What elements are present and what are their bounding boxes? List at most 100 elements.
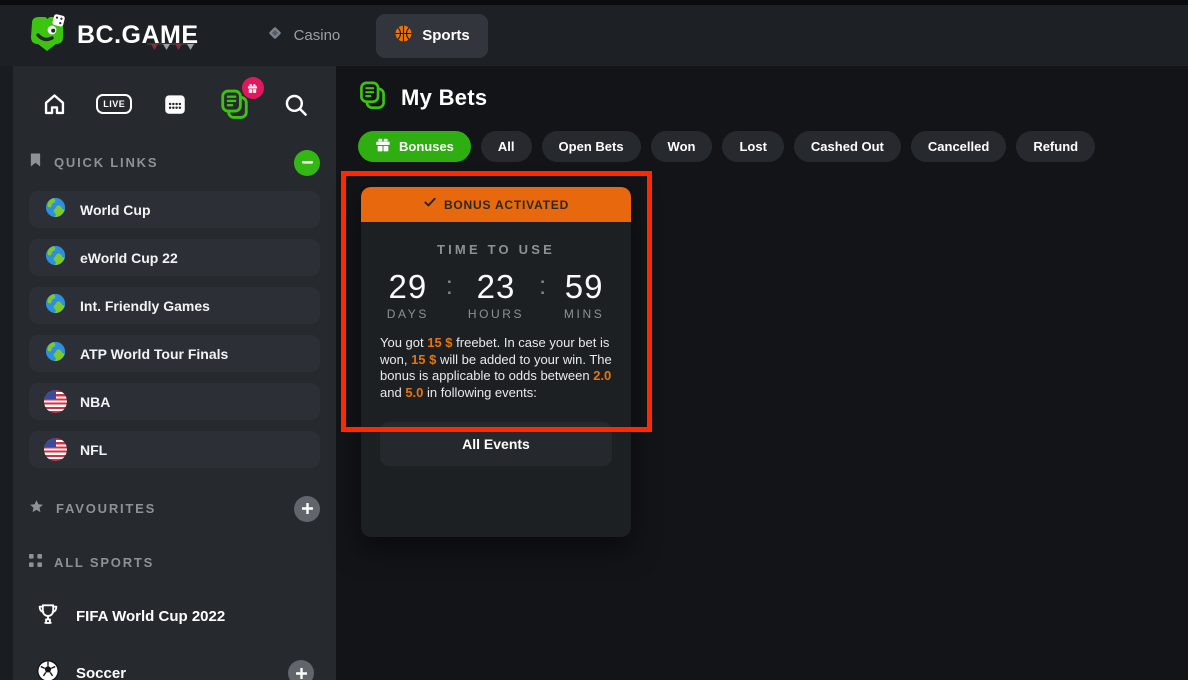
my-bets-title-icon: [358, 80, 387, 116]
sidebar-item-fifa-world-cup-2022[interactable]: FIFA World Cup 2022: [29, 599, 320, 633]
quick-links-header: QUICK LINKS: [29, 149, 320, 176]
quick-link-nba[interactable]: NBA: [29, 383, 320, 420]
desc-highlight-odds-min: 2.0: [593, 368, 611, 383]
filter-label: Open Bets: [559, 139, 624, 154]
countdown-mins: 59 MINS: [561, 268, 607, 321]
collapse-quick-links-button[interactable]: [294, 150, 320, 176]
quick-link-label: Int. Friendly Games: [80, 298, 210, 314]
gift-icon: [375, 137, 391, 156]
filter-cashed-out[interactable]: Cashed Out: [794, 131, 901, 162]
search-icon[interactable]: [277, 86, 313, 122]
brand-logo[interactable]: BC.GAME: [26, 13, 199, 58]
sport-item-label: Soccer: [76, 665, 126, 680]
countdown-days-label: DAYS: [385, 307, 431, 321]
quick-link-int-friendly-games[interactable]: Int. Friendly Games: [29, 287, 320, 324]
basketball-icon: [394, 24, 413, 48]
filter-label: Won: [668, 139, 696, 154]
filter-won[interactable]: Won: [651, 131, 713, 162]
filter-label: Lost: [739, 139, 766, 154]
page-title: My Bets: [401, 85, 487, 111]
quick-link-world-cup[interactable]: World Cup: [29, 191, 320, 228]
left-edge-strip: [0, 66, 13, 680]
desc-text: and: [380, 385, 405, 400]
globe-icon: [44, 340, 67, 368]
tab-casino[interactable]: Casino: [247, 14, 359, 58]
checkmark-icon: [423, 195, 437, 214]
bc-game-sports-page: BC.GAME Casino: [0, 0, 1188, 680]
sidebar-icon-row: LIVE: [29, 86, 320, 122]
quick-link-label: World Cup: [80, 202, 151, 218]
topbar: BC.GAME Casino: [0, 5, 1188, 66]
expand-soccer-button[interactable]: [288, 660, 314, 680]
bc-game-mascot-icon: [26, 13, 68, 58]
filter-label: Bonuses: [399, 139, 454, 154]
countdown-mins-value: 59: [561, 268, 607, 306]
quick-links-label: QUICK LINKS: [54, 155, 158, 170]
bonus-countdown: 29 DAYS : 23 HOURS : 59 MINS: [361, 268, 631, 321]
quick-link-nfl[interactable]: NFL: [29, 431, 320, 468]
casino-cards-icon: [265, 23, 285, 48]
sport-item-label: FIFA World Cup 2022: [76, 608, 225, 625]
globe-icon: [44, 244, 67, 272]
bonus-description: You got 15 $ freebet. In case your bet i…: [380, 335, 612, 401]
us-flag-icon: [44, 438, 67, 461]
filter-all[interactable]: All: [481, 131, 532, 162]
filter-refund[interactable]: Refund: [1016, 131, 1095, 162]
all-events-button-label: All Events: [462, 436, 530, 452]
quick-link-label: NBA: [80, 394, 110, 410]
filter-label: All: [498, 139, 515, 154]
tab-sports[interactable]: Sports: [376, 14, 488, 58]
globe-icon: [44, 196, 67, 224]
sports-tab-label: Sports: [422, 27, 470, 44]
add-favourite-button[interactable]: [294, 496, 320, 522]
desc-text: You got: [380, 335, 427, 350]
bonus-gift-badge-icon: [242, 77, 264, 99]
time-to-use-label: TIME TO USE: [361, 242, 631, 257]
filter-bonuses[interactable]: Bonuses: [358, 131, 471, 162]
live-icon[interactable]: LIVE: [96, 86, 132, 122]
countdown-hours: 23 HOURS: [468, 268, 524, 321]
page-title-row: My Bets: [358, 82, 1188, 114]
home-icon[interactable]: [36, 86, 72, 122]
countdown-hours-label: HOURS: [468, 307, 524, 321]
grid-icon: [29, 554, 42, 572]
desc-highlight-odds-max: 5.0: [405, 385, 423, 400]
desc-text: in following events:: [423, 385, 536, 400]
filter-label: Cashed Out: [811, 139, 884, 154]
live-icon-label: LIVE: [96, 94, 132, 114]
desc-highlight-amount: 15 $: [411, 352, 436, 367]
quick-link-label: ATP World Tour Finals: [80, 346, 228, 362]
my-bets-icon[interactable]: [217, 86, 253, 122]
countdown-days: 29 DAYS: [385, 268, 431, 321]
bonus-status-label: BONUS ACTIVATED: [444, 198, 569, 212]
filter-cancelled[interactable]: Cancelled: [911, 131, 1006, 162]
quick-link-eworld-cup-22[interactable]: eWorld Cup 22: [29, 239, 320, 276]
bonus-status-banner: BONUS ACTIVATED: [361, 187, 631, 222]
sidebar: LIVE: [13, 66, 336, 680]
all-events-button[interactable]: All Events: [380, 422, 612, 466]
bet-filter-chips: Bonuses All Open Bets Won Lost Cashed Ou…: [358, 131, 1188, 162]
bookmark-icon: [29, 152, 42, 173]
filter-lost[interactable]: Lost: [722, 131, 783, 162]
us-flag-icon: [44, 390, 67, 413]
quick-link-label: NFL: [80, 442, 107, 458]
quick-link-atp-world-tour-finals[interactable]: ATP World Tour Finals: [29, 335, 320, 372]
countdown-separator: :: [446, 268, 453, 304]
countdown-days-value: 29: [385, 268, 431, 306]
filter-label: Refund: [1033, 139, 1078, 154]
favourites-label: FAVOURITES: [56, 501, 156, 516]
bonus-card: BONUS ACTIVATED TIME TO USE 29 DAYS : 23…: [361, 187, 631, 537]
star-icon: [29, 499, 44, 519]
favourites-header: FAVOURITES: [29, 495, 320, 522]
filter-open-bets[interactable]: Open Bets: [542, 131, 641, 162]
countdown-separator: :: [539, 268, 546, 304]
desc-highlight-amount: 15 $: [427, 335, 452, 350]
trophy-icon: [35, 601, 61, 632]
countdown-hours-value: 23: [468, 268, 524, 306]
calendar-icon[interactable]: [157, 86, 193, 122]
soccer-ball-icon: [35, 658, 61, 680]
quick-link-label: eWorld Cup 22: [80, 250, 178, 266]
sidebar-item-soccer[interactable]: Soccer: [29, 656, 320, 680]
bunting-flags-icon: [145, 39, 197, 57]
countdown-mins-label: MINS: [561, 307, 607, 321]
